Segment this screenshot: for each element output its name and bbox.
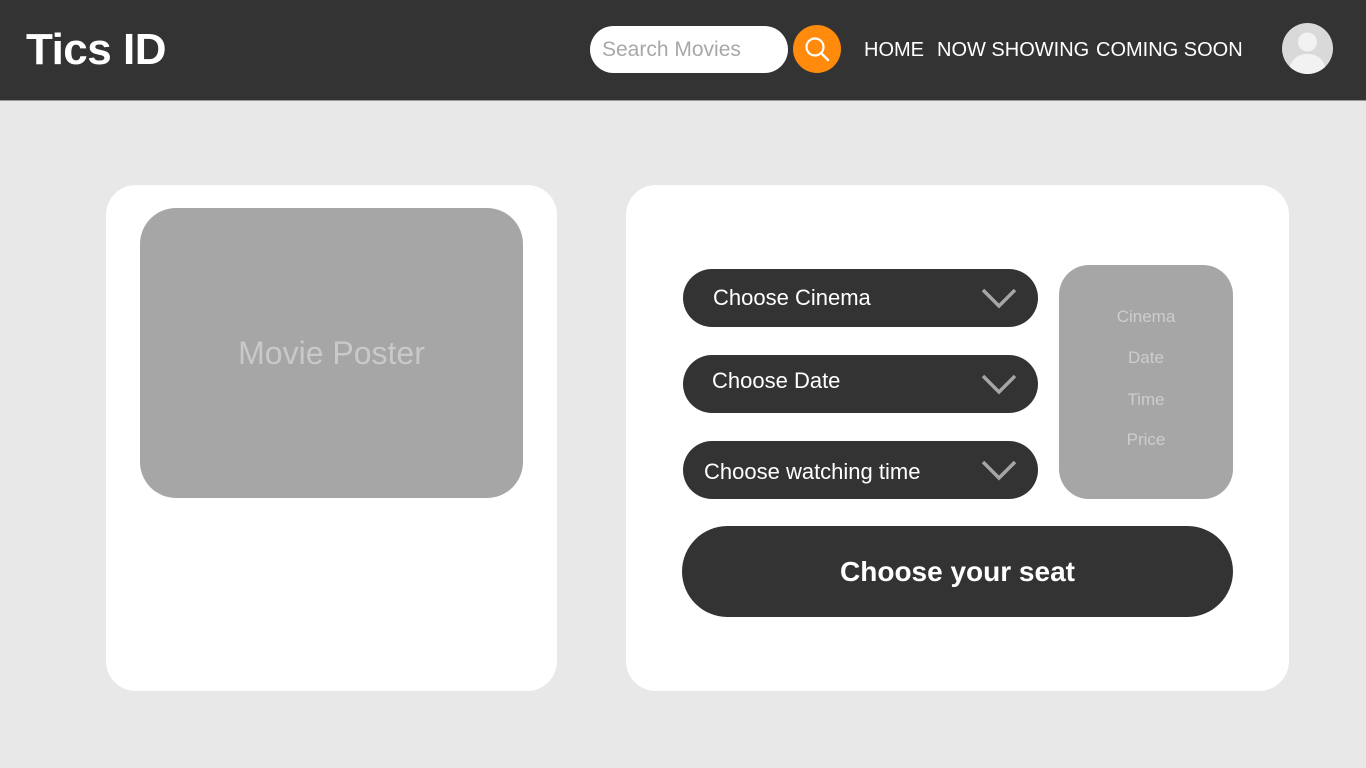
chevron-down-icon — [981, 374, 1017, 395]
nav-now-showing[interactable]: NOW SHOWING — [937, 38, 1089, 62]
nav-coming-soon[interactable]: COMING SOON — [1096, 38, 1243, 62]
cinema-dropdown-label: Choose Cinema — [713, 285, 871, 310]
movie-poster-label: Movie Poster — [238, 334, 425, 371]
summary-date-label: Date — [1128, 348, 1164, 367]
app-logo[interactable]: Tics ID — [26, 24, 166, 76]
summary-price-label: Price — [1126, 430, 1166, 449]
user-avatar-icon — [1288, 32, 1327, 74]
search-button[interactable] — [793, 25, 841, 73]
chevron-down-icon — [981, 288, 1017, 309]
user-avatar[interactable] — [1282, 23, 1333, 74]
booking-summary-panel: Cinema Date Time Price — [1059, 265, 1233, 499]
summary-cinema-label: Cinema — [1116, 307, 1176, 326]
chevron-down-icon — [981, 460, 1017, 481]
movie-poster: Movie Poster — [140, 208, 523, 498]
search-input[interactable] — [590, 26, 788, 73]
date-dropdown-label: Choose Date — [712, 368, 841, 393]
top-nav-bar: Tics ID HOME NOW SHOWING COMING SOON — [0, 0, 1366, 101]
time-dropdown[interactable]: Choose watching time — [683, 441, 1038, 499]
date-dropdown[interactable]: Choose Date — [683, 355, 1038, 413]
nav-home[interactable]: HOME — [864, 38, 924, 62]
summary-time-label: Time — [1127, 390, 1165, 409]
cinema-dropdown[interactable]: Choose Cinema — [683, 269, 1038, 327]
search-icon — [805, 37, 830, 62]
time-dropdown-label: Choose watching time — [704, 459, 921, 484]
choose-seat-button[interactable]: Choose your seat — [682, 526, 1233, 617]
